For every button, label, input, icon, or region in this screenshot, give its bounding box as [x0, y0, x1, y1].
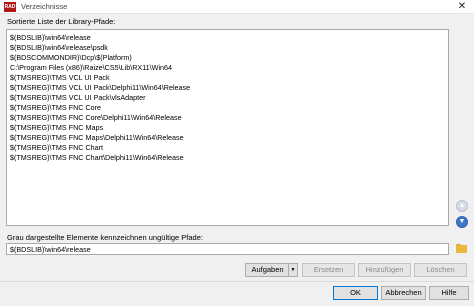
- tasks-label: Aufgaben: [251, 265, 284, 274]
- move-up-button[interactable]: ▲: [456, 200, 468, 212]
- list-item[interactable]: $(TMSREG)\TMS FNC Core\Delphi11\Win64\Re…: [10, 113, 182, 123]
- list-item[interactable]: $(BDSLIB)\win64\release: [10, 33, 91, 43]
- library-path-list[interactable]: $(BDSLIB)\win64\release $(BDSLIB)\win64\…: [6, 29, 449, 226]
- app-icon: RAD: [4, 2, 16, 12]
- close-icon[interactable]: ✕: [456, 1, 468, 13]
- chevron-down-icon: ▼: [288, 264, 297, 276]
- ok-button[interactable]: OK: [333, 286, 378, 300]
- footer-divider: [0, 281, 474, 282]
- replace-button[interactable]: Ersetzen: [302, 263, 355, 277]
- list-item[interactable]: $(TMSREG)\TMS VCL UI Pack: [10, 73, 110, 83]
- list-item[interactable]: $(TMSREG)\TMS FNC Chart\Delphi11\Win64\R…: [10, 153, 184, 163]
- move-down-button[interactable]: ▼: [456, 216, 468, 228]
- window-title: Verzeichnisse: [21, 2, 68, 11]
- list-item[interactable]: C:\Program Files (x86)\Raize\CS5\Lib\RX1…: [10, 63, 172, 73]
- help-button[interactable]: Hilfe: [429, 286, 469, 300]
- browse-folder-button[interactable]: [455, 243, 469, 255]
- list-item[interactable]: $(TMSREG)\TMS VCL UI Pack\Delphi11\Win64…: [10, 83, 190, 93]
- arrow-down-icon: ▼: [458, 218, 466, 225]
- tasks-dropdown-button[interactable]: Aufgaben ▼: [245, 263, 298, 277]
- list-item[interactable]: $(TMSREG)\TMS FNC Maps\Delphi11\Win64\Re…: [10, 133, 184, 143]
- list-item[interactable]: $(TMSREG)\TMS FNC Maps: [10, 123, 103, 133]
- list-item[interactable]: $(TMSREG)\TMS FNC Core: [10, 103, 101, 113]
- list-label: Sortierte Liste der Library-Pfade:: [7, 17, 116, 26]
- path-input[interactable]: [6, 243, 449, 255]
- add-button[interactable]: Hinzufügen: [358, 263, 411, 277]
- arrow-up-icon: ▲: [458, 202, 466, 209]
- title-bar: RAD Verzeichnisse ✕: [0, 0, 474, 14]
- cancel-button[interactable]: Abbrechen: [381, 286, 426, 300]
- list-item[interactable]: $(TMSREG)\TMS FNC Chart: [10, 143, 103, 153]
- invalid-paths-note: Grau dargestellte Elemente kennzeichnen …: [7, 233, 203, 242]
- list-item[interactable]: $(BDSCOMMONDIR)\Dcp\$(Platform): [10, 53, 132, 63]
- list-item[interactable]: $(BDSLIB)\win64\release\psdk: [10, 43, 108, 53]
- delete-button[interactable]: Löschen: [414, 263, 467, 277]
- list-item[interactable]: $(TMSREG)\TMS VCL UI Pack\vlsAdapter: [10, 93, 146, 103]
